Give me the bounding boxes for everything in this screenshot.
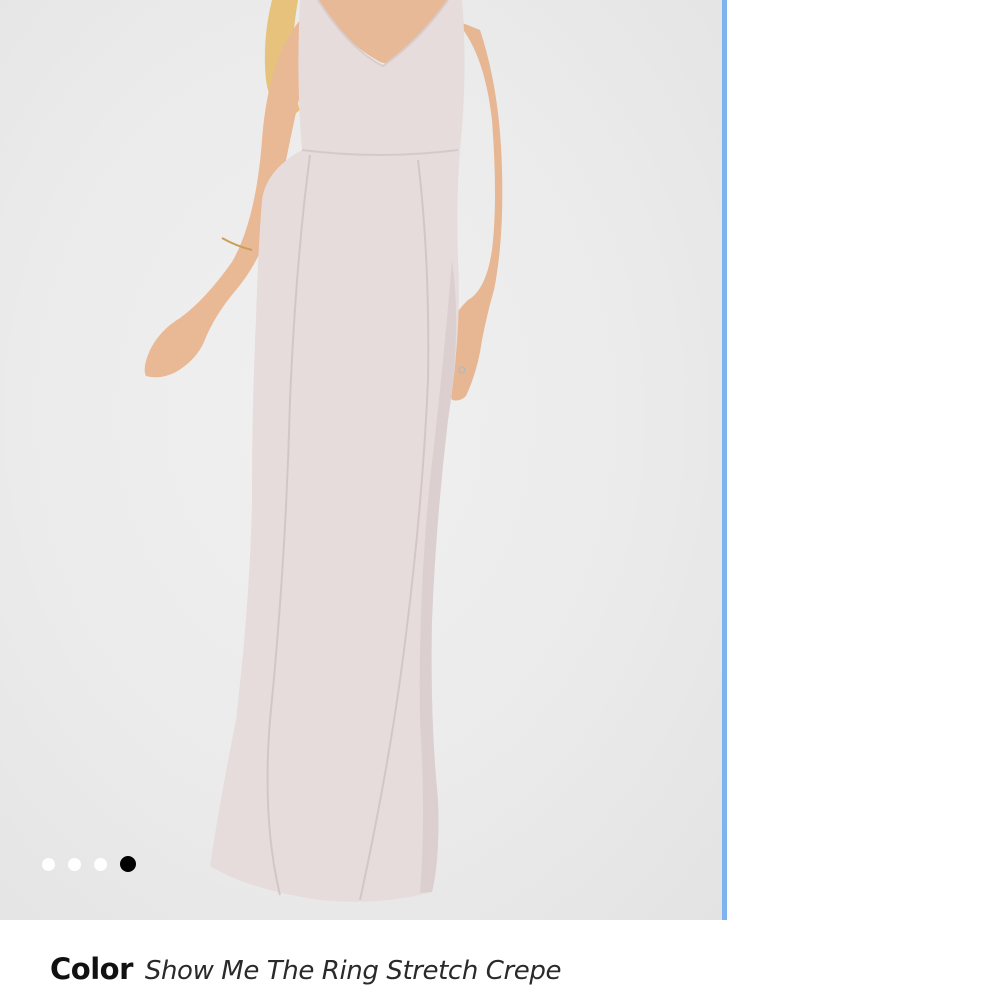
carousel-dot-2[interactable] <box>68 857 81 871</box>
carousel-dots <box>42 856 136 872</box>
carousel-dot-3[interactable] <box>94 857 107 871</box>
color-selection-row: Color Show Me The Ring Stretch Crepe <box>50 952 562 986</box>
color-value: Show Me The Ring Stretch Crepe <box>144 956 562 986</box>
gown-model-illustration <box>144 0 503 902</box>
color-label: Color <box>50 952 133 986</box>
product-image[interactable] <box>0 0 722 920</box>
scrollbar-edge <box>722 0 727 920</box>
carousel-dot-1[interactable] <box>42 857 55 871</box>
carousel-dot-4-active[interactable] <box>120 856 136 872</box>
